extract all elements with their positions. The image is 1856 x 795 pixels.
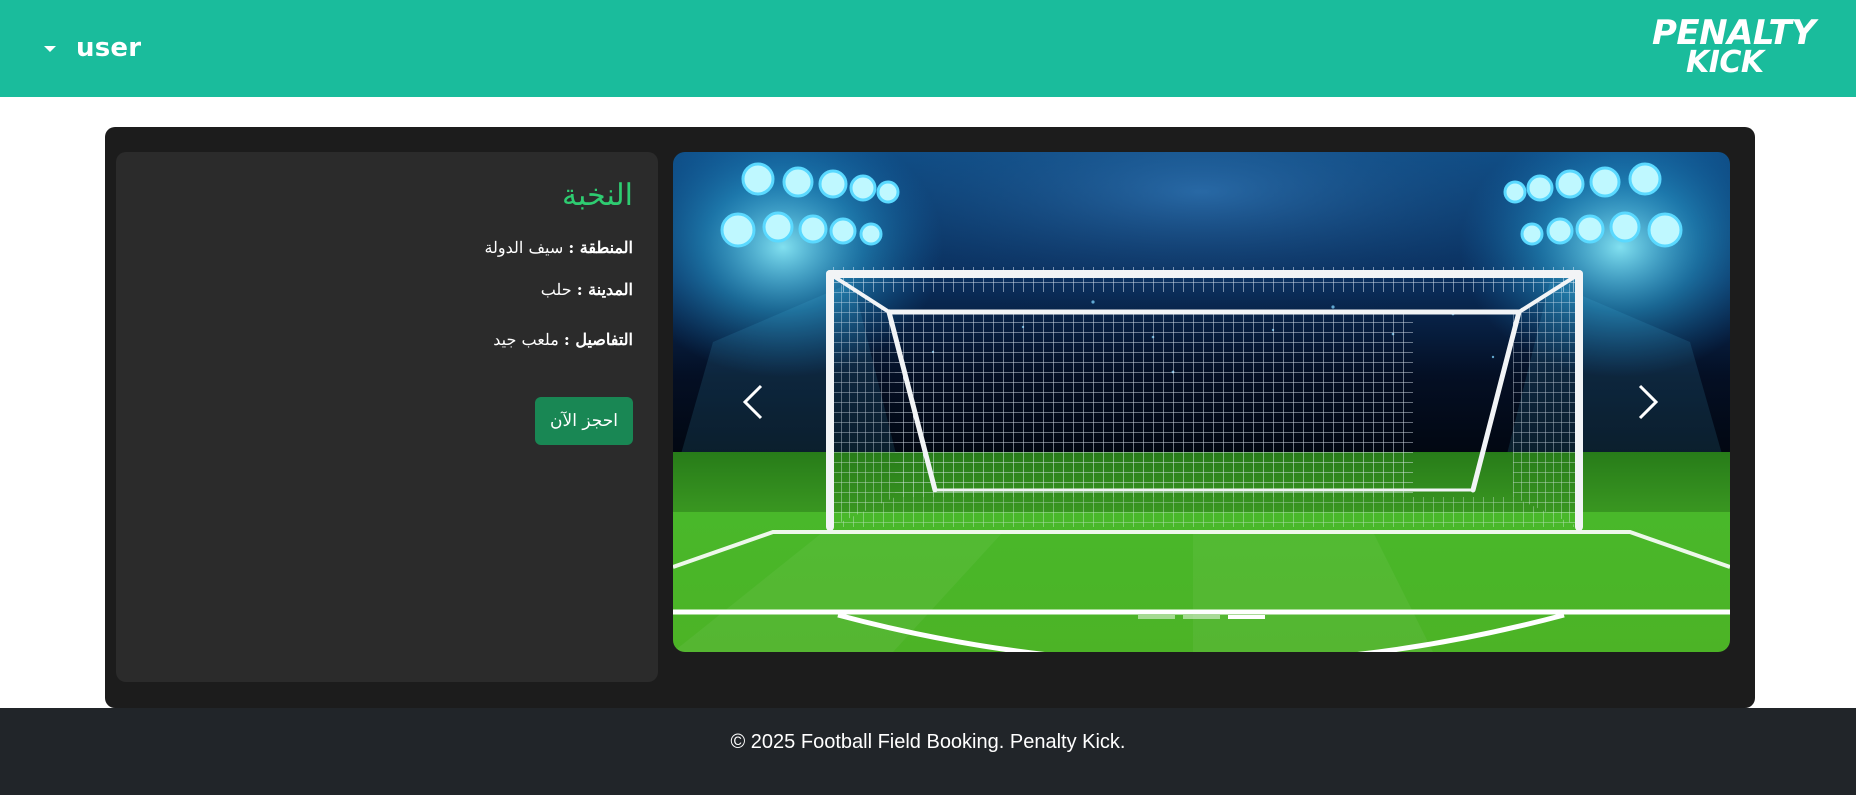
city-value: حلب bbox=[540, 280, 572, 299]
field-city: المدينة : حلب bbox=[541, 280, 633, 301]
top-navbar: user PENALTY KICK bbox=[0, 0, 1856, 97]
field-name: النخبة bbox=[561, 178, 633, 213]
carousel-indicator-1[interactable] bbox=[1138, 615, 1175, 619]
user-dropdown-toggle[interactable]: user bbox=[44, 28, 141, 68]
field-details: التفاصيل : ملعب جيد bbox=[493, 330, 633, 351]
field-info-panel: النخبة المنطقة : سيف الدولة المدينة : حل… bbox=[116, 152, 658, 682]
carousel-indicators bbox=[1138, 615, 1265, 619]
details-label: التفاصيل : bbox=[563, 330, 633, 349]
region-value: سيف الدولة bbox=[484, 238, 564, 257]
carousel-next-button[interactable] bbox=[1623, 372, 1673, 432]
chevron-left-icon bbox=[742, 384, 763, 420]
region-label: المنطقة : bbox=[568, 238, 633, 257]
caret-down-icon bbox=[44, 46, 56, 52]
carousel-indicator-3[interactable] bbox=[1228, 615, 1265, 619]
goal-net-stadium-image bbox=[673, 152, 1730, 652]
carousel-prev-button[interactable] bbox=[728, 372, 778, 432]
details-value: ملعب جيد bbox=[493, 330, 559, 349]
penalty-kick-logo[interactable]: PENALTY KICK bbox=[1648, 14, 1830, 80]
chevron-right-icon bbox=[1638, 384, 1659, 420]
logo-text-line2: KICK bbox=[1686, 45, 1764, 80]
book-now-button[interactable]: احجز الآن bbox=[535, 397, 633, 445]
carousel-indicator-2[interactable] bbox=[1183, 615, 1220, 619]
user-name: user bbox=[76, 33, 142, 63]
city-label: المدينة : bbox=[576, 280, 633, 299]
field-region: المنطقة : سيف الدولة bbox=[484, 238, 633, 259]
field-image-carousel bbox=[673, 152, 1730, 652]
footer-copyright: © 2025 Football Field Booking. Penalty K… bbox=[730, 731, 1126, 753]
